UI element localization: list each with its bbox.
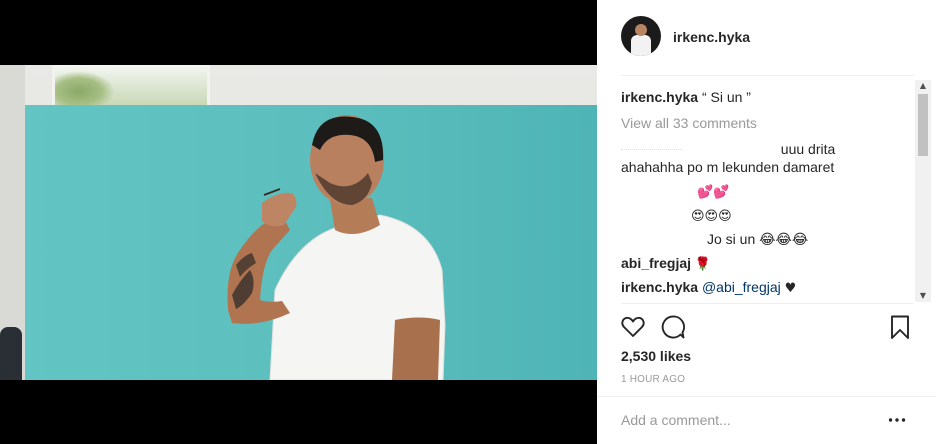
mention-link[interactable]: @abi_fregjaj <box>702 279 781 295</box>
view-all-comments-button[interactable]: View all 33 comments <box>621 114 757 132</box>
list-item: abi_fregjaj 🌹 <box>621 254 711 274</box>
scroll-down-icon[interactable]: ▼ <box>915 290 931 302</box>
avatar-head <box>635 24 647 36</box>
post-header: irkenc.hyka <box>597 0 936 75</box>
comment-text: ♥ <box>784 281 797 296</box>
add-comment-input[interactable] <box>621 408 861 432</box>
list-item: Jo si un 😂😂😂 <box>707 230 808 248</box>
scrollbar-thumb[interactable] <box>918 94 928 156</box>
likes-count[interactable]: 2,530 likes <box>621 348 691 364</box>
header-username-link[interactable]: irkenc.hyka <box>673 29 750 45</box>
heart-icon[interactable] <box>620 314 646 340</box>
list-item: 💕💕 <box>697 182 729 202</box>
comments-scrollbar[interactable]: ▲ ▼ <box>915 80 931 302</box>
comment-text: ahahahha po m lekunden damaret <box>621 159 835 175</box>
avatar-shirt <box>631 35 651 56</box>
comment-username-link[interactable] <box>621 149 681 150</box>
comments-list: irkenc.hyka “ Si un ” View all 33 commen… <box>621 76 912 302</box>
comment-username-link[interactable]: abi_fregjaj <box>621 255 691 271</box>
post-photo[interactable] <box>0 65 597 380</box>
caption-username-link[interactable]: irkenc.hyka <box>621 89 698 105</box>
comment-text: uuu drita <box>780 141 836 157</box>
comment-text: Jo si un 😂😂😂 <box>707 231 809 247</box>
comment-text: 😍😍😍 <box>691 209 732 224</box>
comment-text: 💕💕 <box>697 185 730 200</box>
bookmark-icon[interactable] <box>887 314 913 340</box>
scroll-up-icon[interactable]: ▲ <box>915 80 931 92</box>
more-options-icon[interactable] <box>887 410 907 430</box>
avatar[interactable] <box>621 16 661 56</box>
comment-text: 🌹 <box>694 257 712 272</box>
caption-text: “ Si un ” <box>701 89 751 105</box>
list-item: irkenc.hyka @abi_fregjaj ♥ <box>621 278 796 298</box>
post-timestamp[interactable]: 1 HOUR AGO <box>621 374 685 385</box>
actions-divider <box>621 303 914 304</box>
list-item: ahahahha po m lekunden damaret <box>621 158 834 176</box>
list-item: 😍😍😍 <box>691 206 732 226</box>
photo-man-figure <box>227 115 446 380</box>
comment-username-link[interactable]: irkenc.hyka <box>621 279 698 295</box>
add-comment-divider <box>597 396 936 397</box>
post-detail-panel: irkenc.hyka irkenc.hyka “ Si un ” View a… <box>597 0 936 444</box>
post-photo-pane[interactable] <box>0 0 597 444</box>
list-item: uuu drita <box>621 140 835 158</box>
caption: irkenc.hyka “ Si un ” <box>621 88 751 106</box>
comment-icon[interactable] <box>660 314 686 340</box>
